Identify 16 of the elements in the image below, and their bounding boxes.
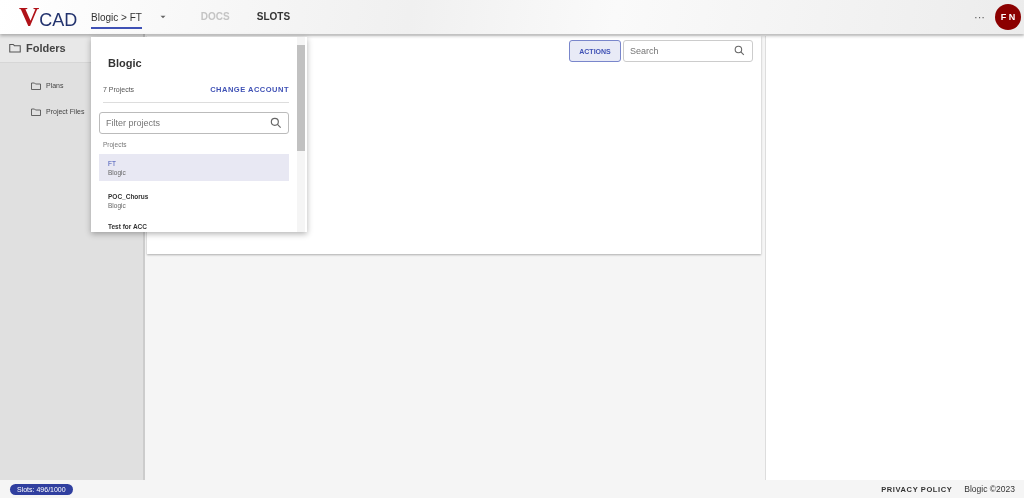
- folder-icon: [30, 79, 42, 92]
- filter-field[interactable]: Filter projects: [99, 112, 289, 134]
- nav-tab[interactable]: SLOTS: [256, 5, 291, 29]
- search-field[interactable]: Search: [623, 40, 753, 62]
- copyright: Blogic ©2023: [964, 484, 1015, 494]
- folder-icon: [8, 41, 22, 55]
- search-icon: [733, 44, 746, 57]
- folder-icon: [30, 105, 42, 118]
- logo: VCAD: [19, 4, 79, 30]
- nav-tab[interactable]: Blogic > FT: [91, 5, 142, 29]
- avatar[interactable]: F N: [995, 4, 1021, 30]
- scrollbar[interactable]: [297, 37, 305, 232]
- sidebar-title: Folders: [26, 42, 66, 54]
- search-icon: [269, 116, 283, 130]
- more-button[interactable]: ···: [974, 11, 985, 23]
- account-name: Blogic: [108, 57, 143, 69]
